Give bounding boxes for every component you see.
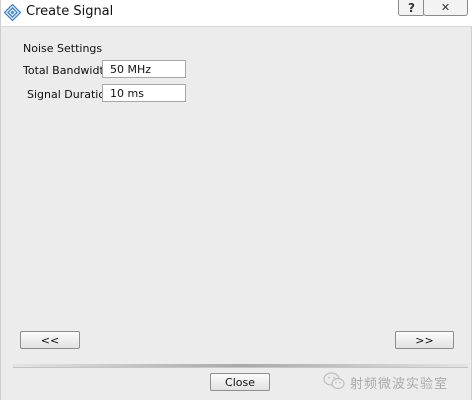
previous-button[interactable]: <<: [20, 331, 80, 349]
signal-duration-input[interactable]: [102, 84, 186, 102]
title-bar: Create Signal ? ✕: [1, 0, 472, 27]
wechat-icon: [323, 372, 345, 390]
window-title: Create Signal: [26, 4, 114, 19]
noise-settings-heading: Noise Settings: [23, 42, 103, 55]
close-icon: ✕: [440, 0, 451, 14]
create-signal-dialog: Create Signal ? ✕ Noise Settings Total B…: [0, 0, 472, 400]
total-bandwidth-label: Total Bandwidth: [23, 64, 111, 77]
help-button[interactable]: ?: [398, 0, 425, 16]
app-icon: [4, 4, 21, 21]
close-button[interactable]: Close: [210, 373, 270, 391]
total-bandwidth-input[interactable]: [102, 60, 186, 78]
help-icon: ?: [408, 0, 415, 15]
watermark-text: 射频微波实验室: [350, 377, 449, 392]
next-button[interactable]: >>: [395, 331, 454, 349]
footer-separator-line: [13, 367, 468, 368]
window-close-button[interactable]: ✕: [423, 0, 468, 16]
signal-duration-label: Signal Duration: [27, 88, 113, 101]
